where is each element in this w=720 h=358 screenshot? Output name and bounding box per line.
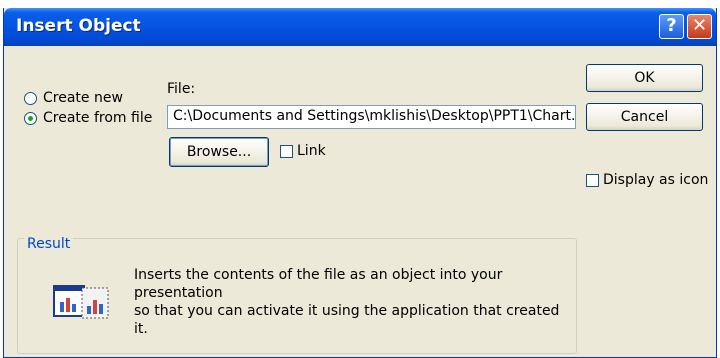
close-button[interactable]: ✕ bbox=[687, 14, 712, 39]
browse-button[interactable]: Browse... bbox=[169, 137, 269, 167]
checkbox-box[interactable] bbox=[586, 173, 599, 187]
result-legend: Result bbox=[24, 236, 74, 252]
radio-label: Create new bbox=[43, 90, 123, 106]
ok-button[interactable]: OK bbox=[586, 64, 703, 92]
file-label: File: bbox=[167, 81, 196, 97]
radio-button[interactable] bbox=[24, 91, 37, 105]
checkbox-label: Link bbox=[297, 143, 326, 159]
dialog-title: Insert Object bbox=[16, 16, 141, 36]
radio-create-from-file[interactable]: Create from file bbox=[24, 110, 152, 126]
checkbox-box[interactable] bbox=[280, 144, 293, 158]
embedded-chart-icon bbox=[53, 285, 109, 319]
result-line-1: Inserts the contents of the file as an o… bbox=[134, 267, 503, 301]
cancel-button[interactable]: Cancel bbox=[586, 103, 703, 131]
help-button[interactable]: ? bbox=[659, 14, 684, 39]
radio-button[interactable] bbox=[24, 111, 37, 125]
title-bar[interactable]: Insert Object ? ✕ bbox=[4, 8, 716, 46]
insert-object-dialog: Insert Object ? ✕ Create new Create from… bbox=[3, 8, 717, 358]
result-line-2: so that you can activate it using the ap… bbox=[134, 303, 560, 337]
checkbox-label: Display as icon bbox=[603, 172, 709, 188]
link-checkbox[interactable]: Link bbox=[280, 143, 326, 159]
radio-create-new[interactable]: Create new bbox=[24, 90, 123, 106]
result-description: Inserts the contents of the file as an o… bbox=[134, 266, 574, 338]
display-as-icon-checkbox[interactable]: Display as icon bbox=[586, 172, 708, 188]
file-path-input[interactable]: C:\Documents and Settings\mklishis\Deskt… bbox=[167, 105, 576, 129]
radio-label: Create from file bbox=[43, 110, 153, 126]
